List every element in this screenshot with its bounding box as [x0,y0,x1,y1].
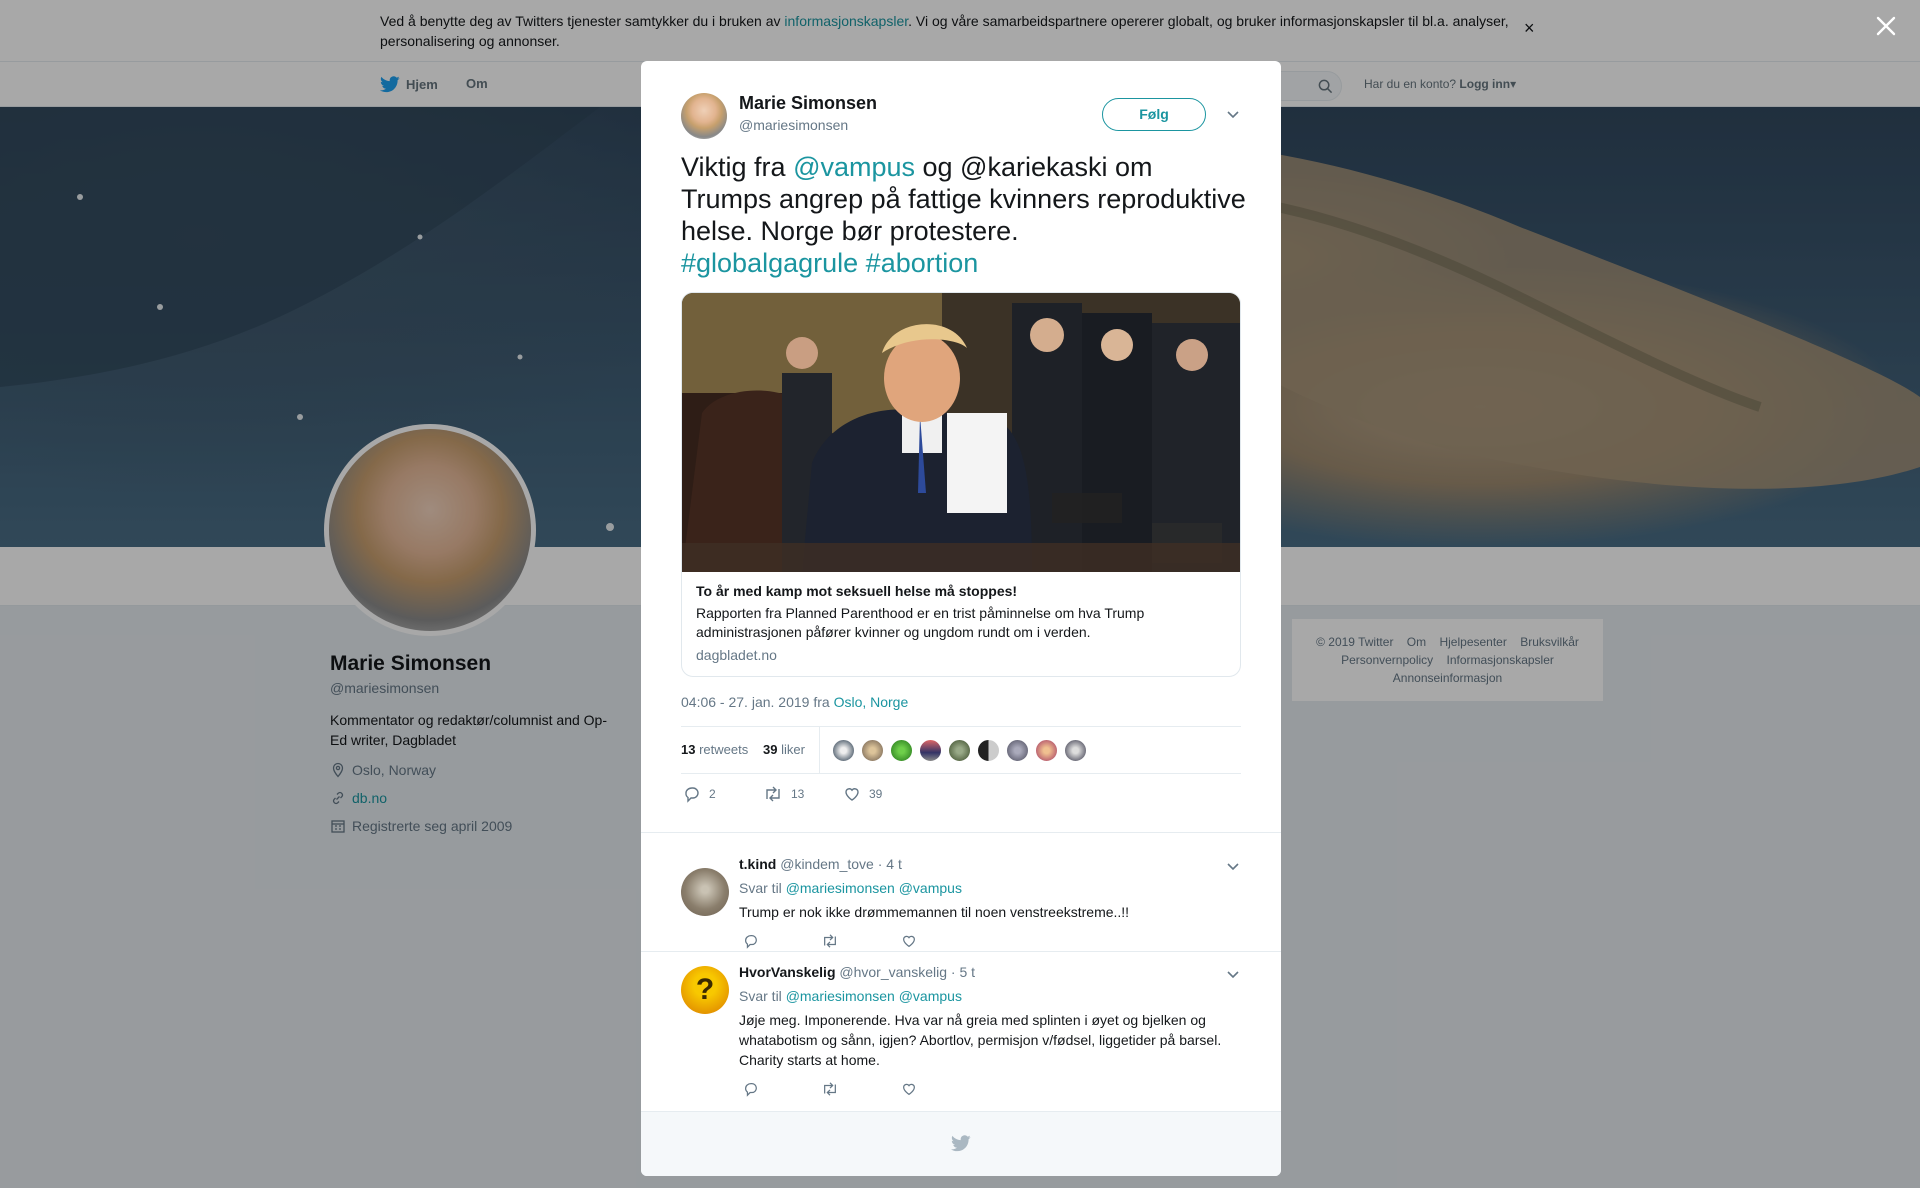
retweet-button[interactable]: 13 [763,785,804,803]
tweet-timestamp: 04:06 - 27. jan. 2019 fra Oslo, Norge [681,694,909,710]
reply-time[interactable]: · 5 t [951,964,975,980]
card-image [682,293,1240,572]
like-button[interactable]: 39 [843,785,882,803]
follow-button[interactable]: Følg [1102,98,1206,131]
tweet-place-link[interactable]: Oslo, Norge [834,694,909,710]
mention-link[interactable]: @vampus [793,152,915,182]
close-icon[interactable] [1872,12,1900,40]
tweet-stats: 13 retweets 39 liker [681,726,1241,774]
chevron-down-icon[interactable] [1225,858,1241,874]
liker-avatar[interactable] [948,739,971,762]
reply-author-handle[interactable]: @kindem_tove [780,856,874,872]
reply-actions [743,1081,917,1097]
reply-time[interactable]: · 4 t [878,856,902,872]
reply-tweet[interactable]: ? HvorVanskelig @hvor_vanskelig · 5 t Sv… [641,951,1281,1111]
modal-footer [641,1111,1281,1176]
hashtag-link[interactable]: #abortion [866,248,979,278]
reply-to-links[interactable]: @mariesimonsen @vampus [786,880,962,896]
tweet-text: Viktig fra @vampus og @kariekaski om Tru… [681,152,1246,278]
reply-header: HvorVanskelig @hvor_vanskelig · 5 t [739,964,975,980]
hashtag-link[interactable]: #globalgagrule [681,248,858,278]
retweet-icon[interactable] [821,1081,839,1097]
reply-author-name[interactable]: t.kind [739,856,776,872]
liker-avatar[interactable] [919,739,942,762]
reply-avatar[interactable] [681,868,729,916]
link-card[interactable]: To år med kamp mot seksuell helse må sto… [681,292,1241,677]
liker-avatar[interactable] [1035,739,1058,762]
tweet-author-handle[interactable]: @mariesimonsen [739,117,848,133]
liker-avatar[interactable] [1064,739,1087,762]
liker-avatar[interactable] [861,739,884,762]
reply-icon[interactable] [743,933,759,949]
reply-to-line: Svar til @mariesimonsen @vampus [739,880,962,896]
card-domain: dagbladet.no [696,647,777,663]
retweet-icon [766,786,780,802]
reply-avatar[interactable]: ? [681,966,729,1014]
card-title: To år med kamp mot seksuell helse må sto… [696,583,1018,599]
liker-avatar[interactable] [832,739,855,762]
tweet-modal: Marie Simonsen @mariesimonsen Følg Vikti… [641,61,1281,1176]
card-photo [682,293,1240,572]
question-mark-icon: ? [695,973,715,1006]
reply-header: t.kind @kindem_tove · 4 t [739,856,902,872]
liker-avatar[interactable] [890,739,913,762]
reply-author-name[interactable]: HvorVanskelig [739,964,836,980]
tweet-author-name[interactable]: Marie Simonsen [739,93,877,114]
heart-icon [845,788,859,801]
reply-tweet[interactable]: t.kind @kindem_tove · 4 t Svar til @mari… [641,832,1281,950]
heart-icon[interactable] [901,933,917,949]
reply-text: Jøje meg. Imponerende. Hva var nå greia … [739,1012,1222,1068]
tweet-author-avatar[interactable] [681,93,727,139]
reply-actions [743,933,917,949]
liker-avatar[interactable] [977,739,1000,762]
chevron-down-icon[interactable] [1225,106,1241,122]
liker-avatar[interactable] [1006,739,1029,762]
retweets-stat[interactable]: 13 retweets [681,742,748,757]
twitter-bird-icon [951,1135,971,1152]
reply-to-links[interactable]: @mariesimonsen @vampus [786,988,962,1004]
chevron-down-icon[interactable] [1225,966,1241,982]
reply-to-line: Svar til @mariesimonsen @vampus [739,988,962,1004]
reply-button[interactable]: 2 [683,785,716,803]
heart-icon[interactable] [901,1081,917,1097]
retweet-icon[interactable] [821,933,839,949]
reply-icon [685,787,699,803]
likes-stat[interactable]: 39 liker [763,742,805,757]
reply-icon[interactable] [743,1081,759,1097]
reply-text: Trump er nok ikke drømmemannen til noen … [739,904,1130,920]
reply-author-handle[interactable]: @hvor_vanskelig [839,964,947,980]
card-description: Rapporten fra Planned Parenthood er en t… [696,605,1145,640]
